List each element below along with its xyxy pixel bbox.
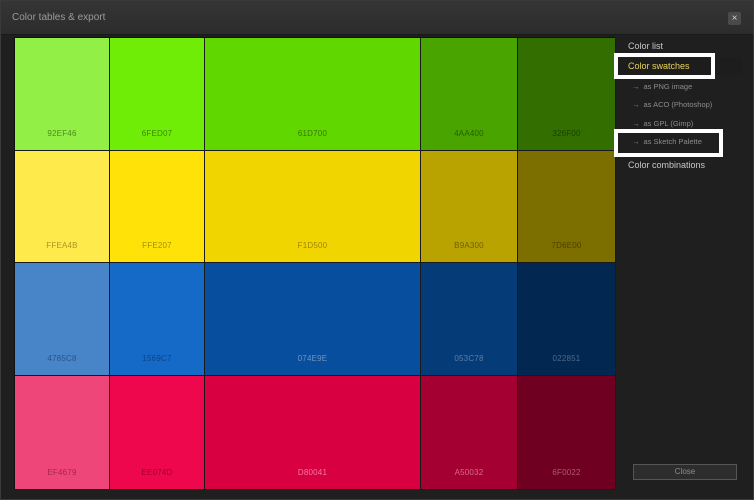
color-tables-dialog: Color tables & export × 92EF46 6FED07 61D7… bbox=[0, 0, 754, 500]
swatch-hex-label: 92EF46 bbox=[47, 129, 77, 138]
swatch-hex-label: FFEA4B bbox=[46, 241, 78, 250]
swatch-326f00[interactable]: 326F00 bbox=[518, 38, 616, 151]
swatch-hex-label: 074E9E bbox=[297, 354, 328, 363]
menu-export-aco-label: as ACO (Photoshop) bbox=[643, 100, 713, 109]
swatch-hex-label: D80041 bbox=[297, 468, 328, 477]
menu-export-gpl-label: as GPL (Gimp) bbox=[643, 119, 694, 128]
swatch-7d6e00[interactable]: 7D6E00 bbox=[518, 151, 616, 263]
arrow-right-icon: → bbox=[632, 119, 640, 128]
swatch-hex-label: FFE207 bbox=[142, 241, 172, 250]
swatch-hex-label: 4785C8 bbox=[47, 354, 77, 363]
swatch-hex-label: F1D500 bbox=[297, 241, 328, 250]
swatch-hex-label: 6FED07 bbox=[141, 129, 173, 138]
swatch-hex-label: 1569C7 bbox=[142, 354, 172, 363]
menu-export-gpl[interactable]: → as GPL (Gimp) bbox=[618, 119, 742, 128]
swatch-hex-label: 4AA400 bbox=[454, 129, 484, 138]
swatch-hex-label: EF4679 bbox=[47, 468, 77, 477]
arrow-right-icon: → bbox=[632, 82, 640, 91]
menu-export-aco[interactable]: → as ACO (Photoshop) bbox=[618, 100, 742, 109]
close-button[interactable]: Close bbox=[633, 464, 737, 480]
swatch-d80041[interactable]: D80041 bbox=[205, 376, 421, 490]
swatch-1569c7[interactable]: 1569C7 bbox=[110, 263, 205, 376]
swatch-022851[interactable]: 022851 bbox=[518, 263, 616, 376]
swatch-f1d500[interactable]: F1D500 bbox=[205, 151, 421, 263]
arrow-right-icon: → bbox=[632, 100, 640, 109]
swatch-053c78[interactable]: 053C78 bbox=[421, 263, 518, 376]
swatch-ee074d[interactable]: EE074D bbox=[110, 376, 205, 490]
swatch-hex-label: 022851 bbox=[552, 354, 581, 363]
swatch-hex-label: A50032 bbox=[454, 468, 484, 477]
menu-export-sketch-label: as Sketch Palette bbox=[643, 137, 702, 146]
swatch-hex-label: 326F00 bbox=[552, 129, 581, 138]
swatch-ffe207[interactable]: FFE207 bbox=[110, 151, 205, 263]
title-bar: Color tables & export × bbox=[1, 1, 753, 35]
close-icon[interactable]: × bbox=[728, 12, 741, 25]
swatch-4785c8[interactable]: 4785C8 bbox=[15, 263, 110, 376]
swatch-hex-label: 61D700 bbox=[297, 129, 328, 138]
menu-color-combinations[interactable]: Color combinations bbox=[618, 160, 742, 170]
swatch-4aa400[interactable]: 4AA400 bbox=[421, 38, 518, 151]
swatch-hex-label: EE074D bbox=[141, 468, 173, 477]
menu-color-list[interactable]: Color list bbox=[618, 41, 742, 51]
swatch-a50032[interactable]: A50032 bbox=[421, 376, 518, 490]
swatch-grid: 92EF46 6FED07 61D700 4AA400 326F00 FFEA4B FFE2… bbox=[14, 37, 616, 490]
swatch-ffea4b[interactable]: FFEA4B bbox=[15, 151, 110, 263]
swatch-b9a300[interactable]: B9A300 bbox=[421, 151, 518, 263]
swatch-hex-label: 053C78 bbox=[454, 354, 484, 363]
menu-color-swatches[interactable]: Color swatches bbox=[618, 58, 742, 75]
swatch-hex-label: B9A300 bbox=[454, 241, 484, 250]
swatch-92ef46[interactable]: 92EF46 bbox=[15, 38, 110, 151]
swatch-61d700[interactable]: 61D700 bbox=[205, 38, 421, 151]
swatch-hex-label: 7D6E00 bbox=[551, 241, 582, 250]
swatch-6f0022[interactable]: 6F0022 bbox=[518, 376, 616, 490]
menu-export-png-label: as PNG image bbox=[643, 82, 693, 91]
sidebar: Color list Color swatches → as PNG image … bbox=[618, 37, 748, 489]
swatch-hex-label: 6F0022 bbox=[552, 468, 581, 477]
swatch-074e9e[interactable]: 074E9E bbox=[205, 263, 421, 376]
arrow-right-icon: → bbox=[632, 137, 640, 146]
menu-export-png[interactable]: → as PNG image bbox=[618, 82, 742, 91]
swatch-ef4679[interactable]: EF4679 bbox=[15, 376, 110, 490]
menu-export-sketch[interactable]: → as Sketch Palette bbox=[618, 137, 742, 146]
dialog-title: Color tables & export bbox=[12, 12, 106, 23]
swatch-6fed07[interactable]: 6FED07 bbox=[110, 38, 205, 151]
